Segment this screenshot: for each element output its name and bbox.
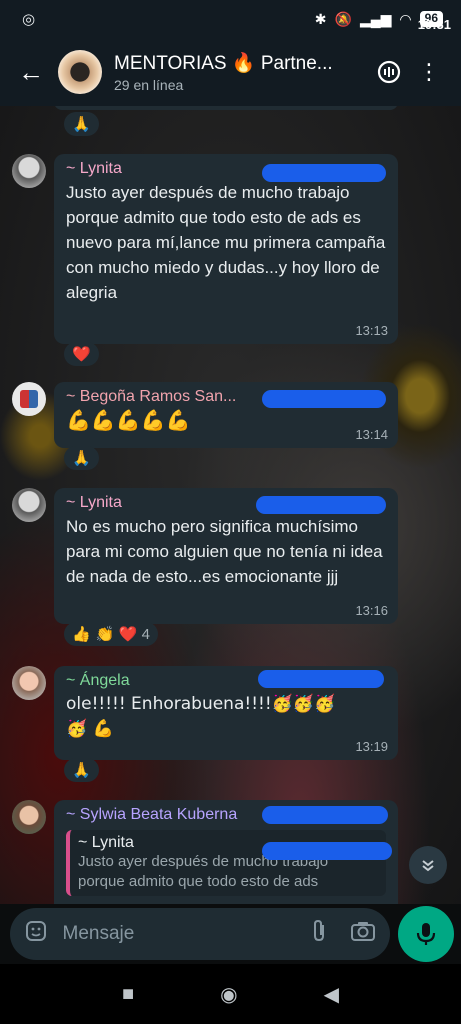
- reaction-emoji: 🙏: [72, 449, 91, 467]
- message-time: 13:13: [355, 323, 388, 338]
- message-text: 💪💪💪💪💪: [66, 408, 191, 432]
- nav-back-icon[interactable]: ◀: [324, 982, 339, 1007]
- voice-chat-icon[interactable]: [369, 52, 409, 92]
- reaction-count: 4: [141, 625, 150, 643]
- group-avatar[interactable]: [58, 50, 102, 94]
- message-time: 13:16: [355, 603, 388, 618]
- redaction-mark: [262, 390, 386, 408]
- message-input[interactable]: [62, 923, 308, 945]
- reaction-emoji: ❤️: [72, 345, 91, 363]
- reaction-badge[interactable]: ❤️: [64, 342, 99, 366]
- redaction-mark: [258, 670, 384, 688]
- redaction-mark: [256, 496, 386, 514]
- chat-area[interactable]: 🙏 ~ Lynita Justo ayer después de mucho t…: [0, 106, 461, 904]
- system-nav-bar: ■ ◉ ◀: [0, 964, 461, 1024]
- reaction-badge[interactable]: 🙏: [64, 446, 99, 470]
- chat-title: MENTORIAS 🔥 Partne...: [114, 53, 333, 74]
- whatsapp-icon: ◎: [22, 11, 36, 28]
- chat-header: ← MENTORIAS 🔥 Partne... 29 en línea ⋮: [0, 38, 461, 106]
- chat-title-block[interactable]: MENTORIAS 🔥 Partne... 29 en línea: [114, 51, 369, 93]
- message-bubble[interactable]: ~ Lynita Justo ayer después de mucho tra…: [54, 154, 398, 344]
- message-text: ole!!!!! Enhorabuena!!!!🥳🥳🥳🥳 💪: [66, 694, 336, 739]
- mic-icon[interactable]: [398, 906, 454, 962]
- mute-icon: 🔕: [334, 10, 352, 27]
- online-count: 29 en línea: [114, 77, 184, 93]
- camera-icon[interactable]: [350, 919, 376, 949]
- input-bar: [0, 904, 461, 964]
- message-time: 13:19: [355, 739, 388, 754]
- redaction-mark: [262, 842, 392, 860]
- message-time: 13:14: [355, 427, 388, 442]
- quoted-reply[interactable]: ~ Lynita Justo ayer después de mucho tra…: [66, 830, 386, 896]
- nav-recents-icon[interactable]: ■: [122, 983, 134, 1006]
- reaction-badge[interactable]: 👍 👏 ❤️ 4: [64, 622, 158, 646]
- reaction-emoji: 🙏: [72, 115, 91, 133]
- redaction-mark: [262, 806, 388, 824]
- sticker-icon[interactable]: [24, 919, 49, 949]
- avatar[interactable]: [12, 666, 46, 700]
- message-text: No es mucho pero significa muchísimo par…: [66, 517, 383, 586]
- avatar[interactable]: [12, 800, 46, 834]
- signal-icon: ▂▄▆: [359, 10, 392, 27]
- nav-home-icon[interactable]: ◉: [220, 982, 237, 1007]
- wifi-icon: ◠: [399, 10, 412, 27]
- avatar[interactable]: [12, 154, 46, 188]
- reaction-emoji: 🙏: [72, 761, 91, 779]
- back-arrow-icon[interactable]: ←: [18, 57, 52, 88]
- status-bar: 19:31 ◎ ✱ 🔕 ▂▄▆ ◠ 96: [0, 0, 461, 38]
- reaction-badge[interactable]: 🙏: [64, 112, 99, 136]
- scroll-down-icon[interactable]: [409, 846, 447, 884]
- reaction-badge[interactable]: 🙏: [64, 758, 99, 782]
- avatar[interactable]: [12, 382, 46, 416]
- more-options-icon[interactable]: ⋮: [409, 52, 449, 92]
- redaction-mark: [262, 164, 386, 182]
- previous-message-bubble[interactable]: [54, 106, 398, 110]
- status-time: 19:31: [417, 17, 451, 32]
- reaction-emoji: 👍 👏 ❤️: [72, 625, 138, 643]
- avatar[interactable]: [12, 488, 46, 522]
- message-field[interactable]: [10, 908, 390, 960]
- attach-icon[interactable]: [308, 919, 333, 949]
- message-text: Justo ayer después de mucho trabajo porq…: [66, 183, 386, 302]
- bluetooth-icon: ✱: [314, 10, 327, 27]
